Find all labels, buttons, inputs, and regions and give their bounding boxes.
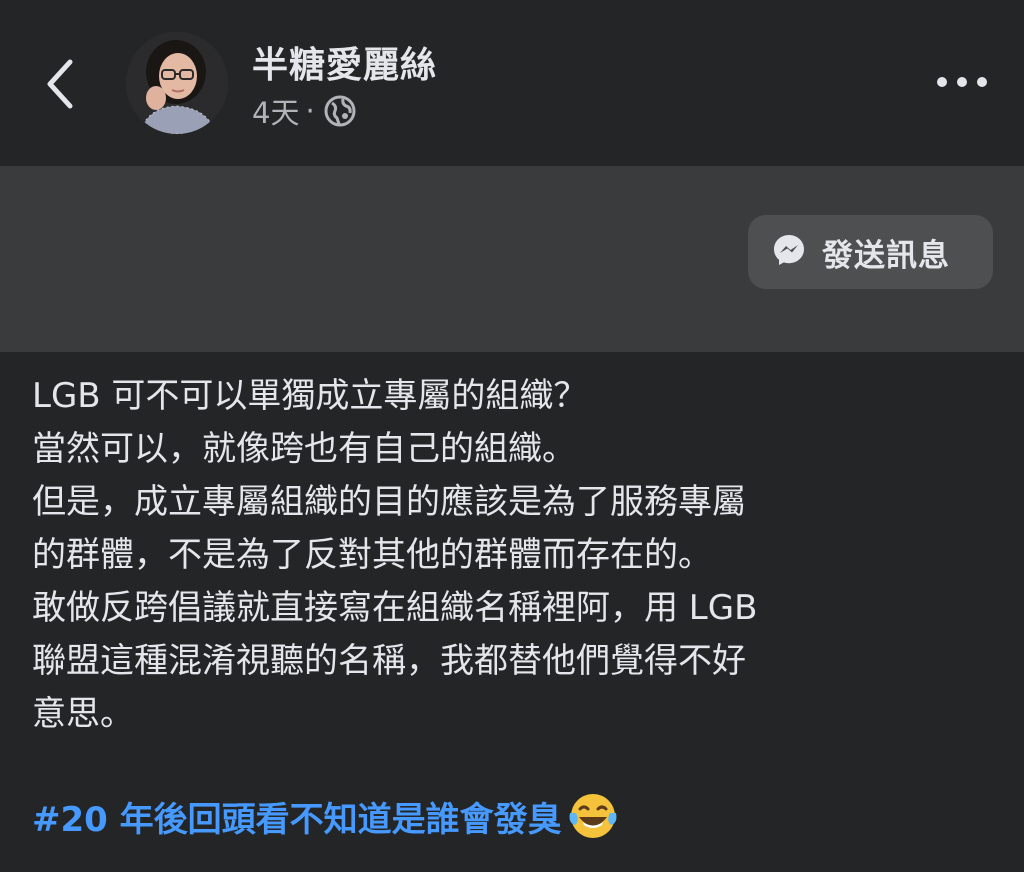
avatar-image <box>126 32 228 134</box>
post-line: 但是，成立專屬組織的目的應該是為了服務專屬 <box>32 482 746 522</box>
hashtag-row: #20 年後回頭看不知道是誰會發臭 <box>32 786 620 846</box>
post-line: 的群體，不是為了反對其他的群體而存在的。 <box>32 535 712 575</box>
post-line: 當然可以，就像跨也有自己的組織。 <box>32 429 576 469</box>
bottom-edge <box>0 858 1024 872</box>
globe-icon[interactable] <box>323 94 357 128</box>
chevron-left-icon <box>38 54 82 114</box>
post-text: LGB 可不可以單獨成立專屬的組織？ 當然可以，就像跨也有自己的組織。 但是，成… <box>32 370 992 741</box>
post-timestamp[interactable]: 4天 <box>252 90 299 132</box>
send-message-button[interactable]: 發送訊息 <box>748 215 993 289</box>
messenger-icon <box>772 233 806 271</box>
more-horizontal-icon <box>932 77 992 104</box>
post-meta: 4天 · <box>252 92 357 130</box>
hashtag-link[interactable]: #20 年後回頭看不知道是誰會發臭 <box>32 792 562 841</box>
author-name[interactable]: 半糖愛麗絲 <box>252 36 437 88</box>
post-line: 意思。 <box>32 694 134 734</box>
post-line: 敢做反跨倡議就直接寫在組織名稱裡阿，用 LGB <box>32 588 758 628</box>
avatar[interactable] <box>126 32 228 134</box>
send-message-label: 發送訊息 <box>822 237 950 274</box>
post-line: LGB 可不可以單獨成立專屬的組織？ <box>32 376 588 416</box>
laughing-crying-emoji-icon <box>566 789 620 843</box>
post-header: 半糖愛麗絲 4天 · <box>0 0 1024 166</box>
post-line: 聯盟這種混淆視聽的名稱，我都替他們覺得不好 <box>32 641 746 681</box>
more-options-button[interactable] <box>932 64 992 100</box>
back-button[interactable] <box>38 54 82 114</box>
post-body: LGB 可不可以單獨成立專屬的組織？ 當然可以，就像跨也有自己的組織。 但是，成… <box>0 352 1024 872</box>
meta-separator: · <box>305 94 315 128</box>
